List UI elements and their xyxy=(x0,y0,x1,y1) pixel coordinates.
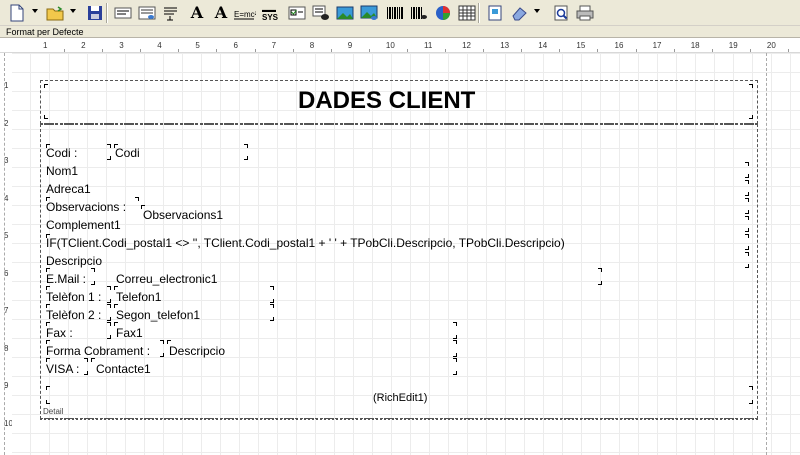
codi-label[interactable]: Codi : xyxy=(46,146,77,160)
postal-expression-field[interactable]: IF(TClient.Codi_postal1 <> '', TClient.C… xyxy=(46,236,746,250)
richedit-field[interactable]: (RichEdit1) xyxy=(373,391,427,405)
report-title[interactable]: DADES CLIENT xyxy=(298,87,475,115)
ruler-tick xyxy=(673,49,675,52)
ruler-number: 8 xyxy=(309,41,315,50)
ruler-tick xyxy=(140,49,142,52)
ruler-tick xyxy=(749,49,751,52)
image-icon[interactable] xyxy=(334,2,356,24)
page-setup-icon[interactable] xyxy=(484,2,506,24)
ruler-tick xyxy=(406,49,408,52)
new-document-icon[interactable] xyxy=(6,2,28,24)
format-name-label: Format per Defecte xyxy=(6,27,84,37)
ruler-tick xyxy=(102,49,104,52)
page-right-margin-line xyxy=(766,53,767,455)
eraser-dropdown-chevron-down-icon[interactable] xyxy=(534,9,540,13)
telefon2-field[interactable]: Segon_telefon1 xyxy=(116,308,200,322)
codi-field[interactable]: Codi xyxy=(115,146,140,160)
nom-field[interactable]: Nom1 xyxy=(46,164,78,178)
band-separator xyxy=(40,418,758,420)
barcode-icon[interactable] xyxy=(384,2,406,24)
ruler-number: 12 xyxy=(462,41,471,50)
visa-label[interactable]: VISA : xyxy=(46,362,79,376)
ruler-tick xyxy=(64,49,66,52)
expression-icon[interactable]: E=mc² xyxy=(234,2,256,24)
ruler-tick xyxy=(597,49,599,52)
font-icon[interactable]: A xyxy=(186,2,208,24)
memo-field-icon[interactable] xyxy=(160,2,182,24)
ruler-tick xyxy=(445,49,447,52)
vertical-ruler[interactable]: 1 2 3 4 5 6 7 8 9 10 xyxy=(0,53,13,455)
eraser-icon[interactable] xyxy=(508,2,530,24)
descripcio-field[interactable]: Descripcio xyxy=(46,254,102,268)
ruler-tick xyxy=(521,49,523,52)
visa-field[interactable]: Contacte1 xyxy=(96,362,151,376)
fax-label[interactable]: Fax : xyxy=(46,326,73,340)
ruler-number: 20 xyxy=(766,41,776,50)
ruler-tick xyxy=(787,49,789,52)
ruler-number: 10 xyxy=(385,41,395,50)
ruler-tick xyxy=(711,49,713,52)
telefon1-label[interactable]: Telèfon 1 : xyxy=(46,290,101,304)
font-size-icon[interactable]: A xyxy=(210,2,232,24)
ruler-number: 13 xyxy=(500,41,510,50)
checkbox-icon[interactable] xyxy=(286,2,308,24)
ruler-number: 16 xyxy=(614,41,624,50)
ruler-number: 3 xyxy=(119,41,124,50)
ruler-number: 17 xyxy=(652,41,662,50)
ruler-number: 9 xyxy=(347,41,353,50)
ruler-tick xyxy=(292,49,294,52)
ruler-number: 15 xyxy=(576,41,586,50)
observacions-field[interactable]: Observacions1 xyxy=(143,208,223,222)
ruler-tick xyxy=(254,49,256,52)
ruler-number: 18 xyxy=(690,41,700,50)
ruler-tick xyxy=(368,49,370,52)
system-data-icon[interactable]: ▬▬ SYS xyxy=(260,2,282,24)
ruler-tick xyxy=(559,49,561,52)
detail-band-name: Detail xyxy=(43,407,64,416)
open-dropdown-chevron-down-icon[interactable] xyxy=(70,9,76,13)
fax-field[interactable]: Fax1 xyxy=(116,326,143,340)
open-folder-icon[interactable] xyxy=(44,2,66,24)
grid-icon[interactable] xyxy=(456,2,478,24)
observacions-label[interactable]: Observacions : xyxy=(46,200,126,214)
save-icon[interactable] xyxy=(84,2,106,24)
format-bar: Format per Defecte xyxy=(0,26,800,38)
dbbarcode-icon[interactable] xyxy=(408,2,430,24)
toolbar: A A E=mc² ▬▬ SYS xyxy=(0,0,800,26)
chart-icon[interactable] xyxy=(432,2,454,24)
label-field-icon[interactable] xyxy=(112,2,134,24)
dbcheckbox-icon[interactable] xyxy=(310,2,332,24)
forma-cobrament-field[interactable]: Descripcio xyxy=(169,344,225,358)
ruler-tick xyxy=(216,49,218,52)
page-left-margin-line xyxy=(4,53,5,455)
ruler-number: 6 xyxy=(233,41,238,50)
telefon1-field[interactable]: Telefon1 xyxy=(116,290,161,304)
db-field-icon[interactable] xyxy=(136,2,158,24)
ruler-number: 19 xyxy=(728,41,738,50)
ruler-number: 2 xyxy=(81,41,86,50)
ruler-tick xyxy=(330,49,332,52)
ruler-number: 5 xyxy=(195,41,200,50)
complement-field[interactable]: Complement1 xyxy=(46,218,121,232)
ruler-number: 11 xyxy=(424,41,433,50)
ruler-number: 4 xyxy=(157,41,162,50)
svg-text:SYS: SYS xyxy=(262,13,279,21)
ruler-tick xyxy=(178,49,180,52)
ruler-tick xyxy=(635,49,637,52)
ruler-number: 1 xyxy=(43,41,48,50)
preview-icon[interactable] xyxy=(550,2,572,24)
forma-cobrament-label[interactable]: Forma Cobrament : xyxy=(46,344,150,358)
email-field[interactable]: Correu_electronic1 xyxy=(116,272,217,286)
telefon2-label[interactable]: Telèfon 2 : xyxy=(46,308,101,322)
adreca-field[interactable]: Adreca1 xyxy=(46,182,91,196)
ruler-number: 7 xyxy=(271,41,277,50)
dbimage-icon[interactable] xyxy=(358,2,380,24)
new-dropdown-chevron-down-icon[interactable] xyxy=(32,9,38,13)
ruler-number: 14 xyxy=(538,41,548,50)
svg-text:E=mc²: E=mc² xyxy=(234,10,256,19)
print-icon[interactable] xyxy=(574,2,596,24)
email-label[interactable]: E.Mail : xyxy=(46,272,86,286)
ruler-tick xyxy=(483,49,485,52)
horizontal-ruler[interactable]: 1 2 3 4 5 6 7 8 9 10 11 12 13 14 15 16 17 18 19 20 xyxy=(0,39,800,53)
